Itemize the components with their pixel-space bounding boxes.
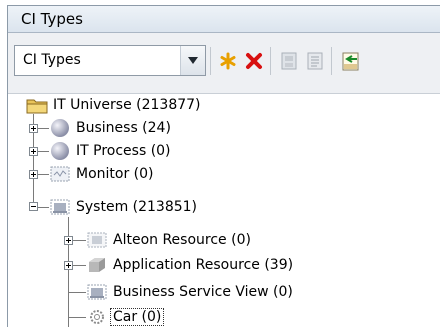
- expand-toggle[interactable]: [64, 261, 73, 270]
- tree-node-system[interactable]: System (213851): [49, 196, 197, 218]
- panel-titlebar: CI Types: [8, 6, 440, 33]
- expand-toggle[interactable]: [64, 236, 73, 245]
- toolbar-separator: [270, 47, 271, 75]
- toolbar-separator: [331, 47, 332, 75]
- details-button[interactable]: [302, 47, 328, 75]
- delete-button[interactable]: [241, 47, 267, 75]
- toolbar: CI Types: [8, 33, 440, 94]
- ci-type-tree[interactable]: IT Universe (213877) Business (24) IT Pr…: [8, 94, 440, 327]
- expand-toggle[interactable]: [29, 147, 38, 156]
- monitor-icon: [50, 166, 70, 182]
- tree-node-label: Business (24): [76, 120, 171, 136]
- tree-node-car[interactable]: Car (0): [86, 306, 165, 327]
- chevron-down-icon[interactable]: [180, 46, 205, 75]
- alteon-resource-icon: [87, 232, 107, 248]
- tree-node-application-resource[interactable]: Application Resource (39): [86, 254, 293, 276]
- tree-node-label: Car (0): [109, 308, 165, 326]
- tree-node-it-universe[interactable]: IT Universe (213877): [26, 94, 201, 116]
- tree-node-label: Application Resource (39): [113, 257, 294, 273]
- expand-toggle[interactable]: [29, 170, 38, 179]
- xml-export-icon: [342, 52, 359, 71]
- cube-icon: [89, 258, 105, 272]
- expand-toggle[interactable]: [29, 124, 38, 133]
- panel-title: CI Types: [21, 10, 83, 28]
- properties-button[interactable]: [276, 47, 302, 75]
- gear-icon: [90, 310, 104, 324]
- new-ci-type-button[interactable]: [215, 47, 241, 75]
- system-icon: [50, 199, 70, 215]
- ci-types-panel: CI Types CI Types IT Universe (213877) B…: [7, 5, 440, 327]
- details-icon: [307, 52, 323, 70]
- tree-node-label: Alteon Resource (0): [113, 232, 251, 248]
- tree-node-label: Monitor (0): [76, 166, 154, 182]
- tree-node-label: System (213851): [76, 199, 198, 215]
- tree-node-business-service-view[interactable]: Business Service View (0): [86, 281, 293, 303]
- it-process-sphere-icon: [51, 142, 69, 160]
- red-x-icon: [246, 53, 262, 69]
- business-service-view-icon: [87, 284, 107, 300]
- folder-icon: [26, 99, 48, 114]
- tree-connector: [68, 317, 86, 318]
- ci-types-combo[interactable]: CI Types: [14, 45, 206, 76]
- asterisk-icon: [220, 52, 236, 70]
- tree-node-label: Business Service View (0): [113, 284, 293, 300]
- combo-value: CI Types: [23, 52, 81, 68]
- tree-node-label: IT Universe (213877): [53, 97, 201, 113]
- export-xml-button[interactable]: [337, 47, 363, 75]
- tree-connector: [68, 217, 69, 327]
- business-sphere-icon: [51, 119, 69, 137]
- collapse-toggle[interactable]: [29, 202, 38, 211]
- tree-node-it-process[interactable]: IT Process (0): [49, 140, 171, 162]
- tree-node-business[interactable]: Business (24): [49, 117, 171, 139]
- tree-node-alteon-resource[interactable]: Alteon Resource (0): [86, 229, 251, 251]
- properties-icon: [281, 52, 297, 70]
- tree-node-monitor[interactable]: Monitor (0): [49, 163, 154, 185]
- tree-node-label: IT Process (0): [76, 143, 171, 159]
- toolbar-separator: [210, 47, 211, 75]
- tree-connector: [68, 292, 86, 293]
